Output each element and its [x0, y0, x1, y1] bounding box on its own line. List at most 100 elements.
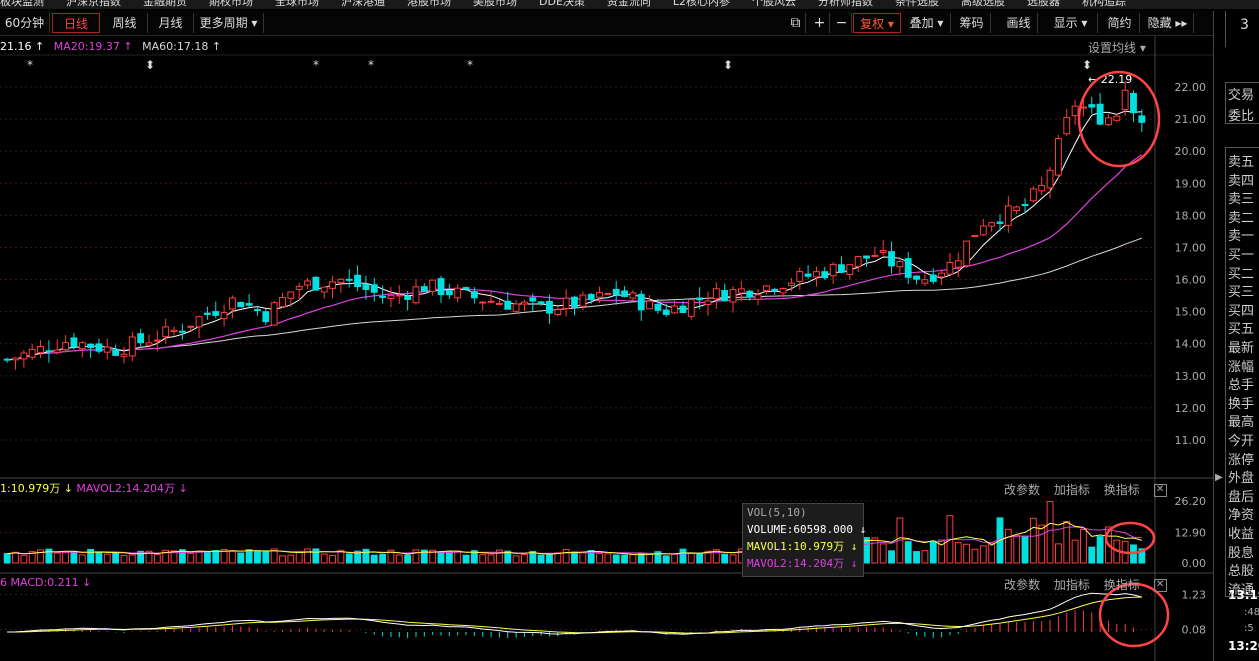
candle-body	[312, 276, 320, 291]
candle-body	[1063, 117, 1071, 135]
macd-switch-indicator-button[interactable]: 换指标	[1104, 578, 1140, 592]
candle-body	[20, 352, 28, 360]
candle-body	[1088, 104, 1096, 108]
price-axis-label: 16.00	[1175, 274, 1207, 287]
candle-body	[329, 281, 336, 289]
candle-body	[804, 273, 812, 277]
volume-bar	[454, 550, 462, 564]
event-marker-icon: *	[467, 58, 473, 72]
price-axis-label: 12.00	[1175, 402, 1207, 415]
volume-bar	[279, 555, 286, 564]
quote-row-label: 买一	[1228, 248, 1255, 263]
candle-body	[537, 301, 545, 304]
candle-body	[888, 251, 895, 267]
macd-close-icon[interactable]: ✕	[1153, 579, 1167, 592]
vol-legend: 1:10.979万 ↓ MAVOL2:14.204万 ↓	[0, 482, 188, 496]
volume-bar	[229, 550, 236, 564]
volume-bar	[546, 553, 553, 564]
candle-body	[696, 297, 704, 301]
candle-body	[571, 296, 578, 308]
candle-body	[787, 282, 795, 286]
quote-row-label: 买三	[1228, 285, 1255, 301]
quote-row-label: 买二	[1228, 266, 1255, 282]
quote-row-label: 收益	[1228, 527, 1255, 542]
volume-bar	[153, 554, 161, 564]
volume-bar	[445, 551, 453, 564]
volume-bar	[103, 553, 111, 564]
volume-bar	[537, 554, 545, 564]
volume-bar	[988, 542, 996, 564]
candle-body	[579, 294, 587, 307]
candle-body	[254, 309, 261, 312]
tab-weibi[interactable]: 委比	[1228, 105, 1259, 124]
volume-bar	[254, 550, 261, 564]
candle-body	[395, 294, 403, 297]
candle-body	[1029, 188, 1037, 202]
event-marker-icon: ⬍	[1082, 58, 1092, 72]
volume-bar	[596, 552, 603, 564]
candle-body	[45, 350, 53, 353]
panel-header-number: 3	[1240, 17, 1249, 33]
volume-bar	[3, 553, 11, 564]
candle-body	[1071, 105, 1079, 117]
candle-body	[237, 301, 245, 308]
vol-add-indicator-button[interactable]: 加指标	[1054, 483, 1090, 497]
quote-row-label: 最高	[1228, 415, 1255, 431]
candle-body	[963, 240, 971, 267]
macd-change-params-button[interactable]: 改参数	[1004, 578, 1040, 592]
tooltip-title: VOL(5,10)	[747, 506, 807, 519]
volume-bar	[562, 549, 570, 564]
volume-bar	[345, 553, 353, 564]
vol-axis-label: 12.90	[1175, 526, 1207, 539]
vol-close-icon[interactable]: ✕	[1153, 484, 1167, 497]
quote-row-label: 涨幅	[1228, 359, 1255, 375]
volume-bar	[521, 553, 528, 564]
event-marker-icon: ⬍	[145, 58, 155, 72]
candle-body	[379, 295, 387, 298]
volume-bar	[12, 551, 19, 564]
candle-body	[746, 290, 754, 298]
volume-bar	[646, 553, 654, 564]
volume-bar	[512, 555, 520, 564]
volume-bar	[921, 550, 929, 564]
candle-body	[362, 284, 370, 290]
macd-add-indicator-button[interactable]: 加指标	[1054, 578, 1090, 592]
candle-body	[604, 292, 612, 295]
candle-body	[829, 263, 837, 277]
quote-row-label: 卖五	[1228, 155, 1255, 170]
volume-bar	[888, 550, 895, 564]
quote-row-label: 买五	[1228, 322, 1255, 338]
volume-bar	[571, 551, 578, 564]
candle-body	[70, 337, 78, 348]
volume-bar	[1054, 543, 1062, 564]
quote-row-label: 卖四	[1228, 173, 1255, 189]
price-axis-label: 20.00	[1175, 145, 1207, 158]
volume-bar	[629, 554, 637, 564]
candle-body	[654, 303, 662, 311]
candle-body	[996, 221, 1004, 224]
volume-bar	[1080, 529, 1087, 564]
kline-chart[interactable]: 22.00 21.00 20.00 19.00 18.00 17.00 16.00 15.00…	[0, 0, 1213, 661]
macd-panel-tools: 改参数 加指标 换指标 ✕	[1004, 576, 1177, 593]
candle-body	[404, 295, 412, 300]
time-2: 13:20	[1228, 639, 1259, 653]
volume-bar	[1096, 536, 1104, 564]
vol-switch-indicator-button[interactable]: 换指标	[1104, 483, 1140, 497]
candle-body	[587, 293, 595, 301]
candle-body	[1121, 89, 1129, 110]
candle-body	[178, 330, 186, 333]
volume-bar	[78, 554, 86, 564]
tab-trade[interactable]: 交易	[1228, 84, 1259, 103]
candle-body	[946, 261, 954, 275]
volume-bar	[1071, 539, 1079, 564]
candle-body	[470, 291, 478, 299]
quote-row-label: 总手	[1228, 378, 1255, 394]
candle-body	[512, 303, 520, 312]
candle-body	[287, 291, 295, 299]
candle-body	[128, 336, 136, 357]
expand-arrow-icon[interactable]: ▶	[1215, 472, 1223, 483]
volume-bar	[120, 554, 128, 564]
candle-body	[704, 300, 712, 305]
vol-change-params-button[interactable]: 改参数	[1004, 483, 1040, 497]
candle-body	[821, 271, 829, 279]
